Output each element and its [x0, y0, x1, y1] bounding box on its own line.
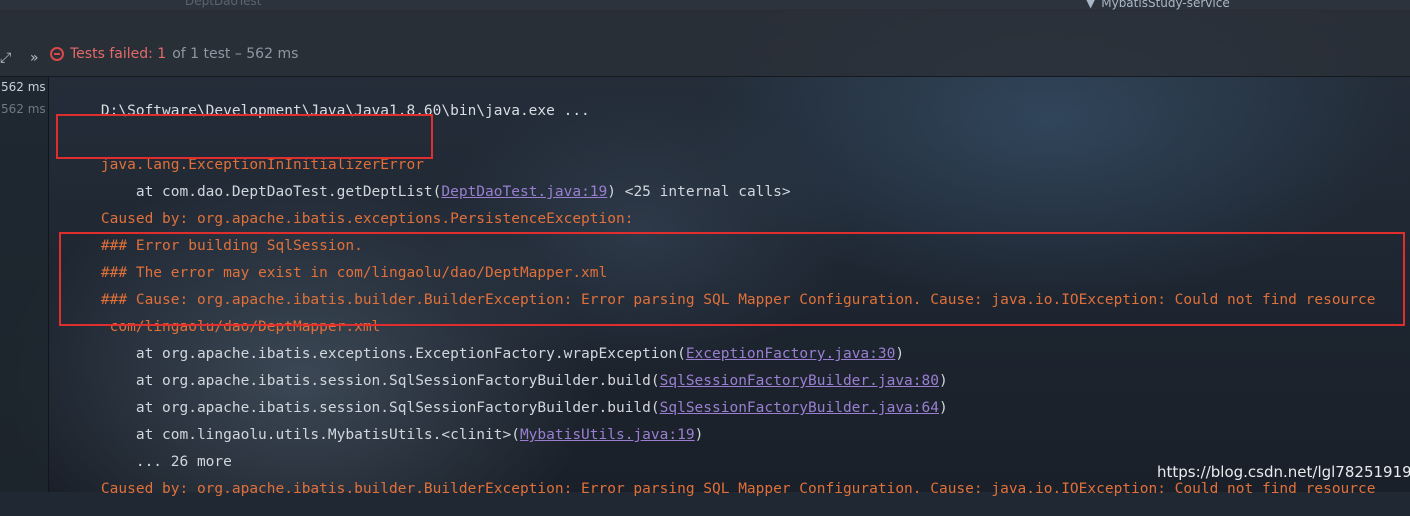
- console-text: ): [694, 427, 704, 443]
- watermark: https://blog.csdn.net/lgl782519197: [1157, 463, 1410, 481]
- tests-failed-label: Tests failed: 1: [70, 46, 167, 62]
- source-link[interactable]: MybatisUtils.java:19: [520, 427, 695, 443]
- collapse-arrow-icon[interactable]: ▼: [1086, 0, 1095, 10]
- console-text: Caused by: org.apache.ibatis.builder.Bui…: [100, 481, 1376, 497]
- console-text: ): [938, 400, 948, 416]
- console-text: ) <25 internal calls>: [607, 184, 791, 200]
- error-icon: [50, 47, 64, 61]
- editor-tab[interactable]: DeptDaoTest: [185, 0, 262, 8]
- highlight-box-cause: [59, 232, 1405, 326]
- service-node[interactable]: ▼ MybatisStudy-service: [1086, 0, 1230, 10]
- test-tree: 562 ms 562 ms: [0, 77, 49, 492]
- test-duration[interactable]: 562 ms: [1, 102, 46, 116]
- test-duration[interactable]: 562 ms: [1, 80, 46, 94]
- test-summary: of 1 test – 562 ms: [172, 46, 299, 62]
- expand-more-icon[interactable]: »: [30, 50, 39, 66]
- test-status: Tests failed: 1 of 1 test – 562 ms: [50, 46, 298, 62]
- export-icon[interactable]: ⤢: [0, 50, 11, 66]
- highlight-box-error: [56, 114, 433, 159]
- service-label: MybatisStudy-service: [1101, 0, 1230, 10]
- run-toolbar: ⤢ » Tests failed: 1 of 1 test – 562 ms: [0, 10, 1410, 77]
